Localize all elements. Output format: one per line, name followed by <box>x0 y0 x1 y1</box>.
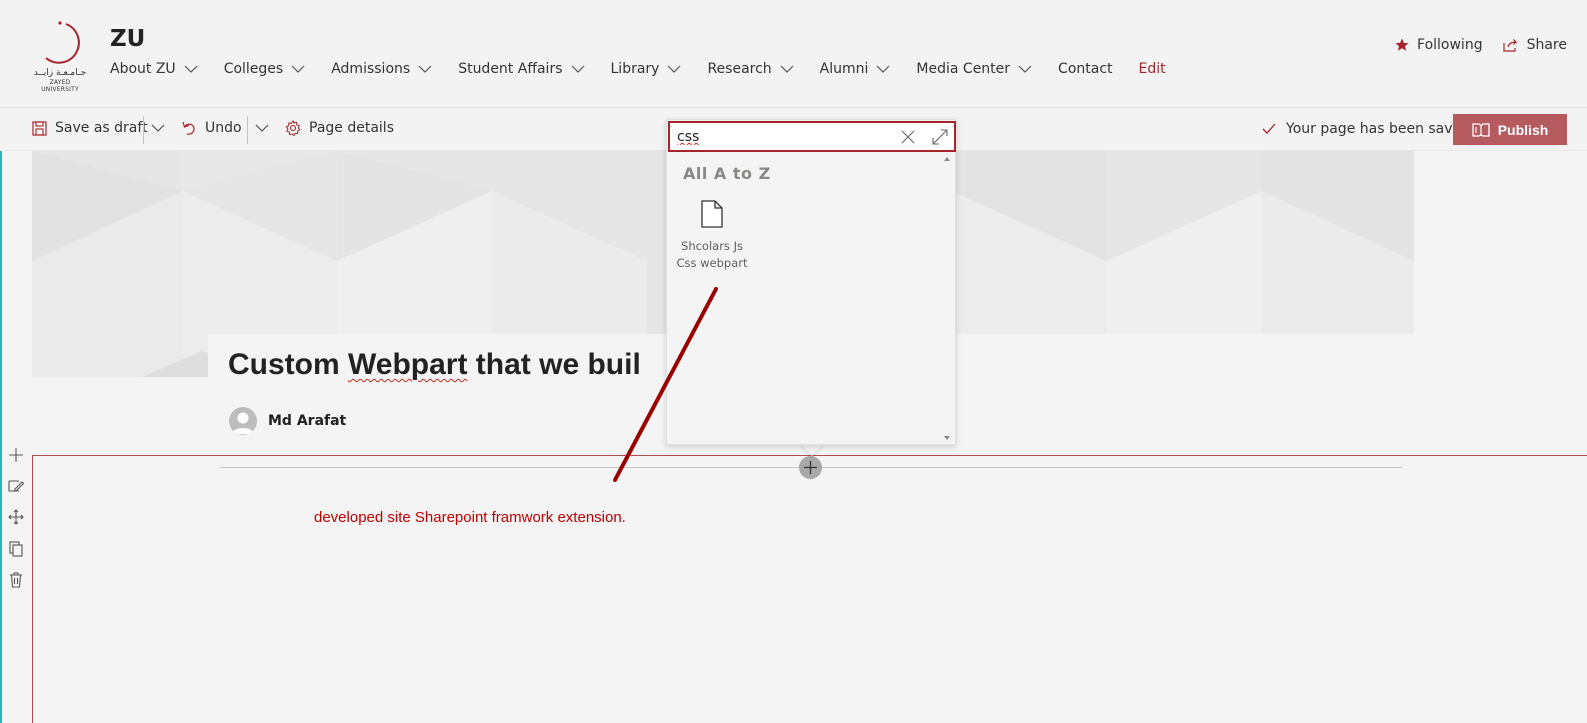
page-title[interactable]: Custom Webpart that we buil <box>228 348 641 382</box>
undo-button[interactable]: Undo <box>182 120 242 136</box>
site-title[interactable]: ZU <box>110 26 145 52</box>
page-section[interactable] <box>32 455 1587 723</box>
publish-label: Publish <box>1497 121 1549 138</box>
nav-edit-link[interactable]: Edit <box>1139 61 1166 77</box>
nav-item-label: About ZU <box>110 61 176 77</box>
undo-options-dropdown[interactable] <box>255 124 277 132</box>
share-label: Share <box>1526 37 1567 53</box>
chevron-down-icon <box>184 65 198 73</box>
page-title-part: that we buil <box>467 348 641 381</box>
logo-english-text: ZAYED UNIVERSITY <box>41 79 79 93</box>
edit-section-icon[interactable] <box>6 476 26 496</box>
nav-item-admissions[interactable]: Admissions <box>331 61 432 77</box>
nav-edit-label: Edit <box>1138 61 1166 77</box>
nav-item-about[interactable]: About ZU <box>110 61 198 77</box>
page-details-button[interactable]: Page details <box>285 120 394 136</box>
gear-icon <box>285 120 301 136</box>
chevron-down-icon <box>255 124 269 132</box>
save-as-draft-label: Save as draft <box>55 120 148 136</box>
save-status: Your page has been saved <box>1262 121 1470 137</box>
divider <box>143 116 144 144</box>
divider <box>247 116 248 144</box>
chevron-down-icon <box>151 124 165 132</box>
avatar <box>229 407 257 435</box>
nav-item-label: Research <box>707 61 772 77</box>
clear-search-icon[interactable] <box>899 128 917 146</box>
author-byline[interactable]: Md Arafat <box>229 407 346 435</box>
expand-toolbox-icon[interactable] <box>931 128 949 146</box>
logo-arabic-text: جـامـعـة زايــد <box>33 68 87 78</box>
page-details-label: Page details <box>309 120 394 136</box>
chevron-down-icon <box>291 65 305 73</box>
nav-item-label: Alumni <box>819 61 869 77</box>
nav-item-label: Media Center <box>916 61 1011 77</box>
nav-item-alumni[interactable]: Alumni <box>820 61 891 77</box>
share-button[interactable]: Share <box>1502 37 1567 53</box>
nav-item-label: Contact <box>1058 61 1113 77</box>
save-as-draft-button[interactable]: Save as draft <box>32 120 148 136</box>
page-title-part: Custom <box>228 348 348 381</box>
publish-button[interactable]: Publish <box>1453 114 1567 145</box>
section-annotation-text: developed site Sharepoint framwork exten… <box>314 509 626 526</box>
nav-item-media-center[interactable]: Media Center <box>916 61 1032 77</box>
save-icon <box>32 120 47 136</box>
page-icon <box>701 200 723 228</box>
header-actions: Following Share <box>1375 37 1567 53</box>
chevron-down-icon <box>780 65 794 73</box>
nav-item-research[interactable]: Research <box>707 61 794 77</box>
top-navigation: About ZU Colleges Admissions Student Aff… <box>110 58 1192 80</box>
following-label: Following <box>1417 37 1483 53</box>
chevron-down-icon <box>418 65 432 73</box>
chevron-down-icon <box>1018 65 1032 73</box>
toolbox-webpart-item[interactable]: Shcolars Js Css webpart <box>675 200 749 272</box>
site-header: جـامـعـة زايــد ZAYED UNIVERSITY ZU Abou… <box>0 0 1587 108</box>
nav-item-label: Library <box>610 61 660 77</box>
chevron-down-icon <box>876 65 890 73</box>
toolbox-search-box <box>668 121 956 152</box>
share-icon <box>1502 39 1518 52</box>
nav-item-label: Admissions <box>331 61 411 77</box>
delete-section-icon[interactable] <box>6 570 26 590</box>
logo-crescent-icon <box>45 21 80 64</box>
webpart-toolbox: All A to Z Shcolars Js Css webpart <box>666 119 956 445</box>
save-status-text: Your page has been saved <box>1286 121 1471 137</box>
toolbox-scrollbar[interactable] <box>941 154 953 444</box>
toolbox-search-input[interactable] <box>677 128 887 146</box>
toolbox-callout-tail <box>800 444 824 456</box>
person-icon <box>232 412 254 434</box>
nav-item-colleges[interactable]: Colleges <box>224 61 306 77</box>
duplicate-section-icon[interactable] <box>6 539 26 559</box>
nav-item-label: Student Affairs <box>458 61 563 77</box>
author-name: Md Arafat <box>268 413 347 429</box>
plus-icon <box>804 461 817 474</box>
toolbox-section-heading: All A to Z <box>683 164 771 183</box>
undo-label: Undo <box>205 120 242 136</box>
nav-item-contact[interactable]: Contact <box>1058 61 1112 77</box>
book-icon <box>1472 122 1490 137</box>
zu-logo[interactable]: جـامـعـة زايــد ZAYED UNIVERSITY <box>30 20 90 93</box>
chevron-down-icon <box>571 65 584 73</box>
nav-item-library[interactable]: Library <box>611 61 682 77</box>
star-icon <box>1395 38 1409 51</box>
following-button[interactable]: Following <box>1395 37 1483 53</box>
save-options-dropdown[interactable] <box>151 124 173 132</box>
page-title-misspelled-word: Webpart <box>348 348 468 381</box>
checkmark-icon <box>1262 123 1276 134</box>
add-webpart-button[interactable] <box>799 456 822 479</box>
move-section-icon[interactable] <box>6 507 26 527</box>
nav-item-label: Colleges <box>223 61 284 77</box>
undo-icon <box>182 121 195 135</box>
add-section-icon[interactable] <box>6 445 26 465</box>
chevron-down-icon <box>668 65 681 73</box>
toolbox-webpart-label: Shcolars Js Css webpart <box>676 239 748 270</box>
nav-item-student-affairs[interactable]: Student Affairs <box>458 61 584 77</box>
